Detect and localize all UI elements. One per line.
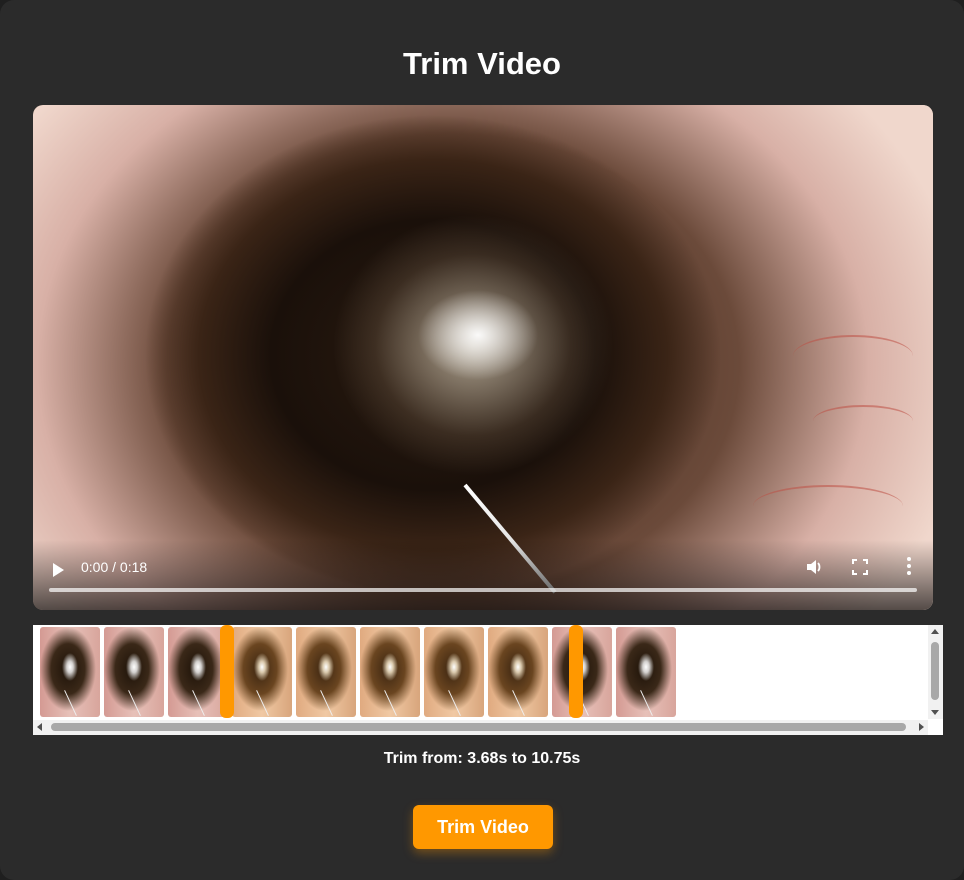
play-icon[interactable] <box>53 563 64 577</box>
more-vertical-icon[interactable] <box>905 556 913 576</box>
thumbnail-frame <box>168 627 228 717</box>
scroll-left-icon[interactable] <box>37 723 42 731</box>
thumbnail-frame <box>40 627 100 717</box>
progress-bar[interactable] <box>49 588 917 592</box>
thumbnail-frame <box>296 627 356 717</box>
horizontal-scroll-thumb[interactable] <box>51 723 906 731</box>
trim-end-handle[interactable] <box>569 625 583 718</box>
trim-video-button[interactable]: Trim Video <box>413 805 553 849</box>
volume-icon[interactable] <box>805 558 823 576</box>
vertical-scroll-thumb[interactable] <box>931 642 939 700</box>
video-player[interactable]: 0:00 / 0:18 <box>33 105 933 610</box>
thumbnail-frame <box>424 627 484 717</box>
scroll-right-icon[interactable] <box>919 723 924 731</box>
thumbnail-frame <box>488 627 548 717</box>
video-frame <box>33 105 933 610</box>
thumbnail-timeline[interactable] <box>33 625 943 735</box>
trim-range-text: Trim from: 3.68s to 10.75s <box>383 750 581 767</box>
time-display: 0:00 / 0:18 <box>81 559 148 575</box>
scroll-down-icon[interactable] <box>931 710 939 715</box>
fullscreen-icon[interactable] <box>852 559 868 575</box>
horizontal-scrollbar[interactable] <box>33 720 928 735</box>
vein-decoration <box>813 405 913 437</box>
thumbnail-frame <box>616 627 676 717</box>
page-title: Trim Video <box>403 46 561 81</box>
thumbnail-frame <box>232 627 292 717</box>
thumbnail-frame <box>360 627 420 717</box>
scroll-up-icon[interactable] <box>931 629 939 634</box>
vertical-scrollbar[interactable] <box>928 625 943 719</box>
vein-decoration <box>793 335 913 377</box>
trim-video-panel: Trim Video 0:00 / 0:18 Trim from: 3.68s … <box>0 0 964 880</box>
video-controls: 0:00 / 0:18 <box>33 540 933 610</box>
thumbnail-frame <box>104 627 164 717</box>
thumbnail-strip <box>40 627 680 717</box>
vein-decoration <box>753 485 903 527</box>
trim-start-handle[interactable] <box>220 625 234 718</box>
